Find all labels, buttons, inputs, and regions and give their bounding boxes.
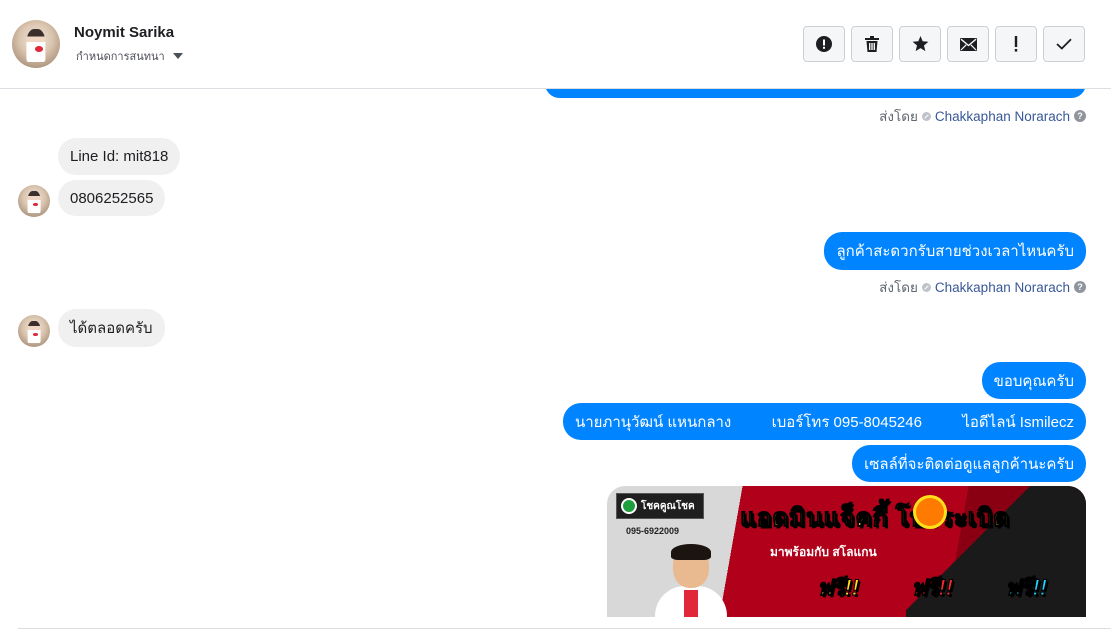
composer-divider (18, 628, 1111, 629)
contact-avatar[interactable] (12, 20, 60, 68)
promo-subtitle: มาพร้อมกับ สโลแกน (770, 545, 877, 559)
promo-brand-text: โชคคูณโชค (641, 500, 695, 512)
message-bubble-incoming[interactable]: Line Id: mit818 (58, 138, 181, 175)
contact-avatar-small (18, 315, 50, 347)
message-bubble-incoming[interactable]: 0806252565 (58, 180, 166, 216)
alert-circle-icon (816, 36, 832, 52)
sales-line-id-text: ไอดีไลน์ Ismilecz (962, 413, 1074, 431)
sent-by-label: ส่งโดย (879, 280, 918, 295)
delete-button[interactable] (851, 26, 893, 62)
promo-free-1: ฟรี!! (816, 575, 860, 601)
sent-by-line: ส่งโดย Chakkaphan Norarach ? (879, 105, 1086, 127)
trash-icon (865, 36, 879, 52)
promo-brand-logo: โชคคูณโชค (616, 493, 704, 519)
avatar-person-figure (27, 190, 41, 214)
verified-icon (921, 111, 931, 121)
brand-clover-icon (621, 498, 637, 514)
exclamation-icon (1014, 36, 1018, 52)
message-bubble-outgoing-contact[interactable]: นายภานุวัฒน์ แหนกลาง เบอร์โทร 095-804524… (563, 403, 1086, 440)
promo-title: แอดมินแจ็คกี้ โปรระเบิด (740, 504, 1010, 533)
message-bubble-outgoing-partial[interactable] (545, 89, 1086, 98)
sales-phone-text: เบอร์โทร 095-8045246 (771, 413, 922, 431)
contact-avatar-small (18, 185, 50, 217)
avatar-person-figure (27, 320, 41, 344)
envelope-icon (959, 37, 977, 51)
message-bubble-outgoing[interactable]: ขอบคุณครับ (981, 362, 1086, 399)
contact-name[interactable]: Noymit Sarika (74, 24, 174, 41)
avatar-shirt-logo (35, 46, 43, 53)
sales-name-text: นายภานุวัฒน์ แหนกลาง (575, 413, 732, 431)
sent-by-agent-link[interactable]: Chakkaphan Norarach (935, 109, 1070, 124)
mark-unread-button[interactable] (947, 26, 989, 62)
conversation-header: Noymit Sarika กำหนดการสนทนา (0, 0, 1111, 89)
person-hair (671, 544, 711, 560)
message-bubble-outgoing[interactable]: เซลล์ที่จะติดต่อดูแลลูกค้านะครับ (852, 445, 1086, 482)
follow-up-button[interactable] (995, 26, 1037, 62)
report-spam-button[interactable] (803, 26, 845, 62)
message-thread[interactable]: ส่งโดย Chakkaphan Norarach ? Line Id: mi… (0, 89, 1111, 617)
help-icon[interactable]: ? (1074, 110, 1086, 122)
sent-by-line: ส่งโดย Chakkaphan Norarach ? (879, 276, 1086, 298)
sent-by-label: ส่งโดย (879, 109, 918, 124)
caret-down-icon (172, 53, 183, 59)
assign-conversation-label: กำหนดการสนทนา (76, 51, 165, 63)
star-icon (912, 36, 928, 52)
promo-free-3: ฟรี!! (1004, 575, 1048, 601)
sent-by-agent-link[interactable]: Chakkaphan Norarach (935, 280, 1070, 295)
help-icon[interactable]: ? (1074, 281, 1086, 293)
conversation-actions (803, 26, 1085, 62)
person-lanyard (684, 590, 698, 617)
promo-image-attachment[interactable]: โชคคูณโชค 095-6922009 แอดมินแจ็คกี้ โปรร… (607, 486, 1086, 617)
message-bubble-incoming[interactable]: ได้ตลอดครับ (58, 309, 165, 347)
promo-phone-text: 095-6922009 (626, 526, 680, 536)
verified-icon (921, 282, 931, 292)
message-bubble-outgoing[interactable]: ลูกค้าสะดวกรับสายช่วงเวลาไหนครับ (824, 232, 1086, 270)
star-button[interactable] (899, 26, 941, 62)
promo-person-photo (651, 544, 731, 617)
promo-free-2: ฟรี!! (910, 575, 954, 601)
assign-conversation-dropdown[interactable]: กำหนดการสนทนา (76, 47, 183, 65)
check-icon (1056, 38, 1072, 50)
explosion-icon (916, 498, 944, 526)
mark-done-button[interactable] (1043, 26, 1085, 62)
